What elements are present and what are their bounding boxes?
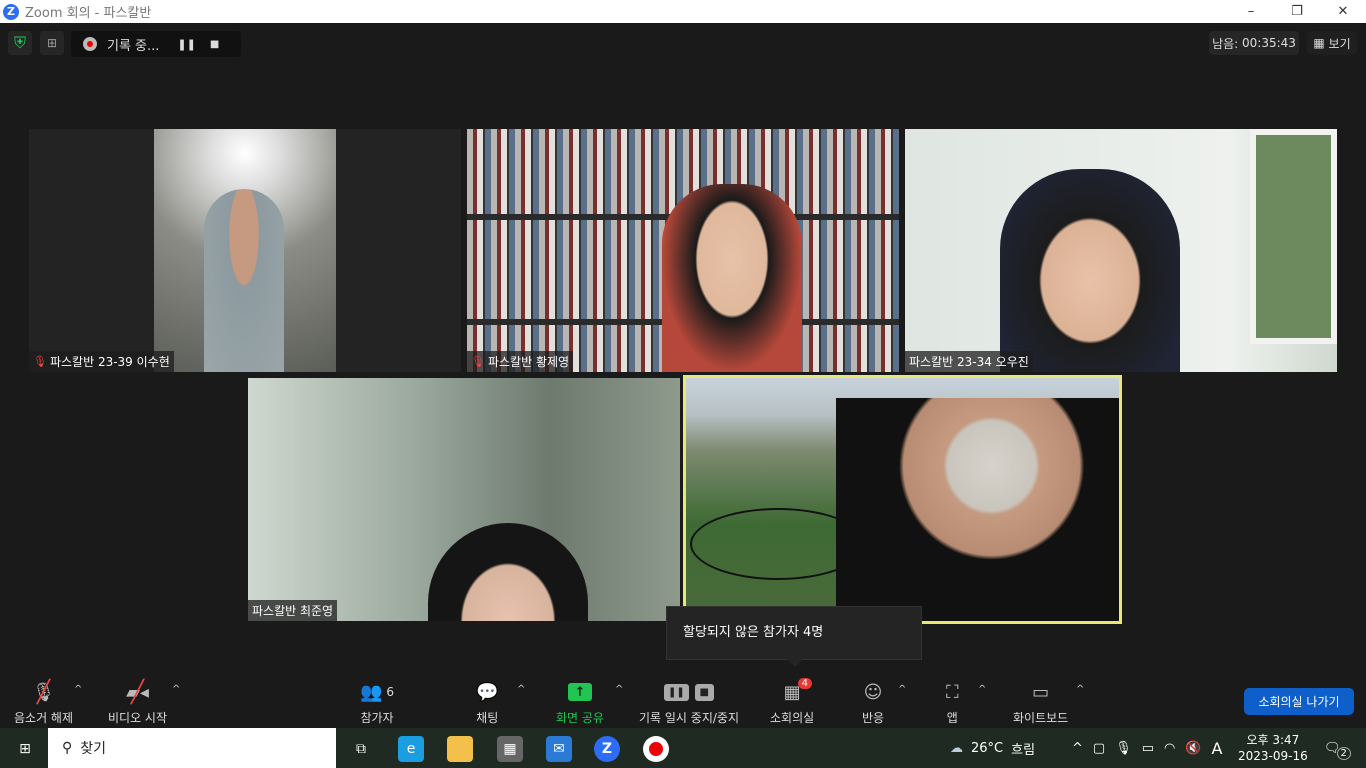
whiteboard-icon: ▭ (1032, 681, 1050, 703)
apps-icon: ⛶ (946, 681, 959, 703)
weather-widget[interactable]: ☁ 26°C 흐림 (950, 728, 1035, 768)
breakout-badge: 4 (797, 678, 812, 689)
apps-button[interactable]: ⛶ 앱 (946, 680, 959, 726)
file-explorer-icon[interactable] (447, 736, 473, 762)
reactions-options-caret[interactable]: ^ (898, 684, 906, 695)
windows-start-icon[interactable]: ⊞ (12, 736, 38, 762)
video-tile-participant-4[interactable]: 파스칼반 최준영 (248, 378, 680, 621)
security-shield-icon[interactable]: ⛨ (8, 31, 32, 55)
video-tile-participant-2[interactable]: 🎙 파스칼반 황제영 (467, 129, 899, 372)
share-screen-button[interactable]: ↑ 화면 공유 (556, 680, 604, 726)
recording-status: 기록 중... ❚❚ ■ (71, 31, 241, 57)
video-tile-active-speaker[interactable] (683, 375, 1122, 624)
chat-button[interactable]: 💬 채팅 (476, 680, 498, 726)
whiteboard-options-caret[interactable]: ^ (1076, 684, 1084, 695)
minimize-button[interactable]: – (1228, 0, 1274, 23)
wifi-icon[interactable]: ◠ (1164, 741, 1175, 756)
view-button[interactable]: ▦ 보기 (1307, 31, 1357, 55)
title-bar: Z Zoom 회의 - 파스칼반 – ❐ ✕ (0, 0, 1366, 23)
pause-stop-icon: ❚❚ ■ (664, 680, 714, 704)
store-icon[interactable]: ▦ (497, 736, 523, 762)
edge-icon[interactable]: e (398, 736, 424, 762)
share-options-caret[interactable]: ^ (615, 684, 623, 695)
record-dot-icon (83, 37, 97, 51)
share-screen-icon: ↑ (567, 680, 592, 704)
search-icon: ⚲ (62, 740, 73, 756)
audio-options-caret[interactable]: ^ (74, 684, 82, 695)
mail-icon[interactable]: ✉ (546, 736, 572, 762)
zoom-logo-icon: Z (3, 3, 19, 20)
stop-recording-icon[interactable]: ■ (210, 39, 219, 50)
clock[interactable]: 오후 3:47 2023-09-16 (1238, 728, 1308, 768)
breakout-tooltip: 할당되지 않은 참가자 4명 (666, 606, 922, 667)
participant-name: 파스칼반 최준영 (248, 600, 338, 621)
record-pause-stop-button[interactable]: ❚❚ ■ 기록 일시 중지/중지 (639, 680, 739, 726)
whiteboard-button[interactable]: ▭ 화이트보드 (1013, 680, 1068, 726)
reactions-button[interactable]: ☺ 반응 (862, 680, 884, 726)
cloud-icon: ☁ (950, 740, 963, 756)
volume-muted-icon[interactable]: 🔇 (1185, 741, 1201, 756)
reaction-smiley-icon: ☺ (863, 681, 883, 703)
start-video-button[interactable]: ▰◂ ╱ 비디오 시작 (108, 680, 167, 726)
recorder-taskbar-icon[interactable] (643, 736, 669, 762)
task-view-icon[interactable]: ⧉ (348, 736, 374, 762)
timer: 남음: 00:35:43 (1209, 31, 1299, 55)
breakout-rooms-button[interactable]: ▦ 4 소회의실 (770, 678, 814, 726)
pause-recording-icon[interactable]: ❚❚ (177, 38, 195, 51)
chat-icon: 💬 (476, 681, 499, 703)
mic-muted-icon: 🎙 (471, 355, 485, 368)
participant-name: 파스칼반 23-34 오우진 (905, 351, 1033, 372)
leave-breakout-room-button[interactable]: 소회의실 나가기 (1244, 688, 1354, 715)
unmute-button[interactable]: 🎙 ╱ 음소거 해제 (14, 680, 73, 726)
chat-options-caret[interactable]: ^ (517, 684, 525, 695)
system-tray: ^ ▢ 🎙 ▭ ◠ 🔇 A (1072, 728, 1223, 768)
recording-label: 기록 중... (107, 38, 160, 54)
camera-icon[interactable]: ▢ (1093, 741, 1105, 756)
participant-name: 🎙 파스칼반 황제영 (467, 351, 574, 372)
video-off-icon: ▰◂ ╱ (126, 679, 149, 705)
apps-options-caret[interactable]: ^ (978, 684, 986, 695)
meeting-toolbar: 🎙 ╱ 음소거 해제 ^ ▰◂ ╱ 비디오 시작 ^ 👥 6 참가자 💬 채팅 ^ ↑ 화면 공… (0, 672, 1366, 728)
notification-center[interactable]: 🗨 2 (1324, 728, 1351, 768)
participants-button[interactable]: 👥 6 참가자 (360, 680, 394, 726)
maximize-button[interactable]: ❐ (1274, 0, 1320, 23)
taskbar-search[interactable]: ⚲ 찾기 (48, 728, 336, 768)
close-button[interactable]: ✕ (1320, 0, 1366, 23)
show-hidden-icons-icon[interactable]: ^ (1072, 741, 1083, 756)
breakout-rooms-icon: ▦ 4 (784, 678, 812, 704)
microphone-icon[interactable]: 🎙 (1115, 741, 1132, 756)
mic-muted-icon: 🎙 (33, 355, 47, 368)
video-tile-participant-1[interactable]: 🎙 파스칼반 23-39 이수현 (29, 129, 461, 372)
grid-icon[interactable]: ⊞ (40, 31, 64, 55)
window-title: Zoom 회의 - 파스칼반 (25, 6, 152, 21)
video-options-caret[interactable]: ^ (172, 684, 180, 695)
zoom-taskbar-icon[interactable]: Z (594, 736, 620, 762)
battery-icon[interactable]: ▭ (1142, 741, 1154, 756)
participants-icon: 👥 6 (360, 681, 395, 703)
mic-muted-icon: 🎙 ╱ (32, 679, 55, 705)
grid-view-icon: ▦ (1313, 36, 1325, 50)
video-tile-participant-3[interactable]: 파스칼반 23-34 오우진 (905, 129, 1337, 372)
participant-name: 🎙 파스칼반 23-39 이수현 (29, 351, 174, 372)
ime-indicator[interactable]: A (1212, 739, 1223, 758)
